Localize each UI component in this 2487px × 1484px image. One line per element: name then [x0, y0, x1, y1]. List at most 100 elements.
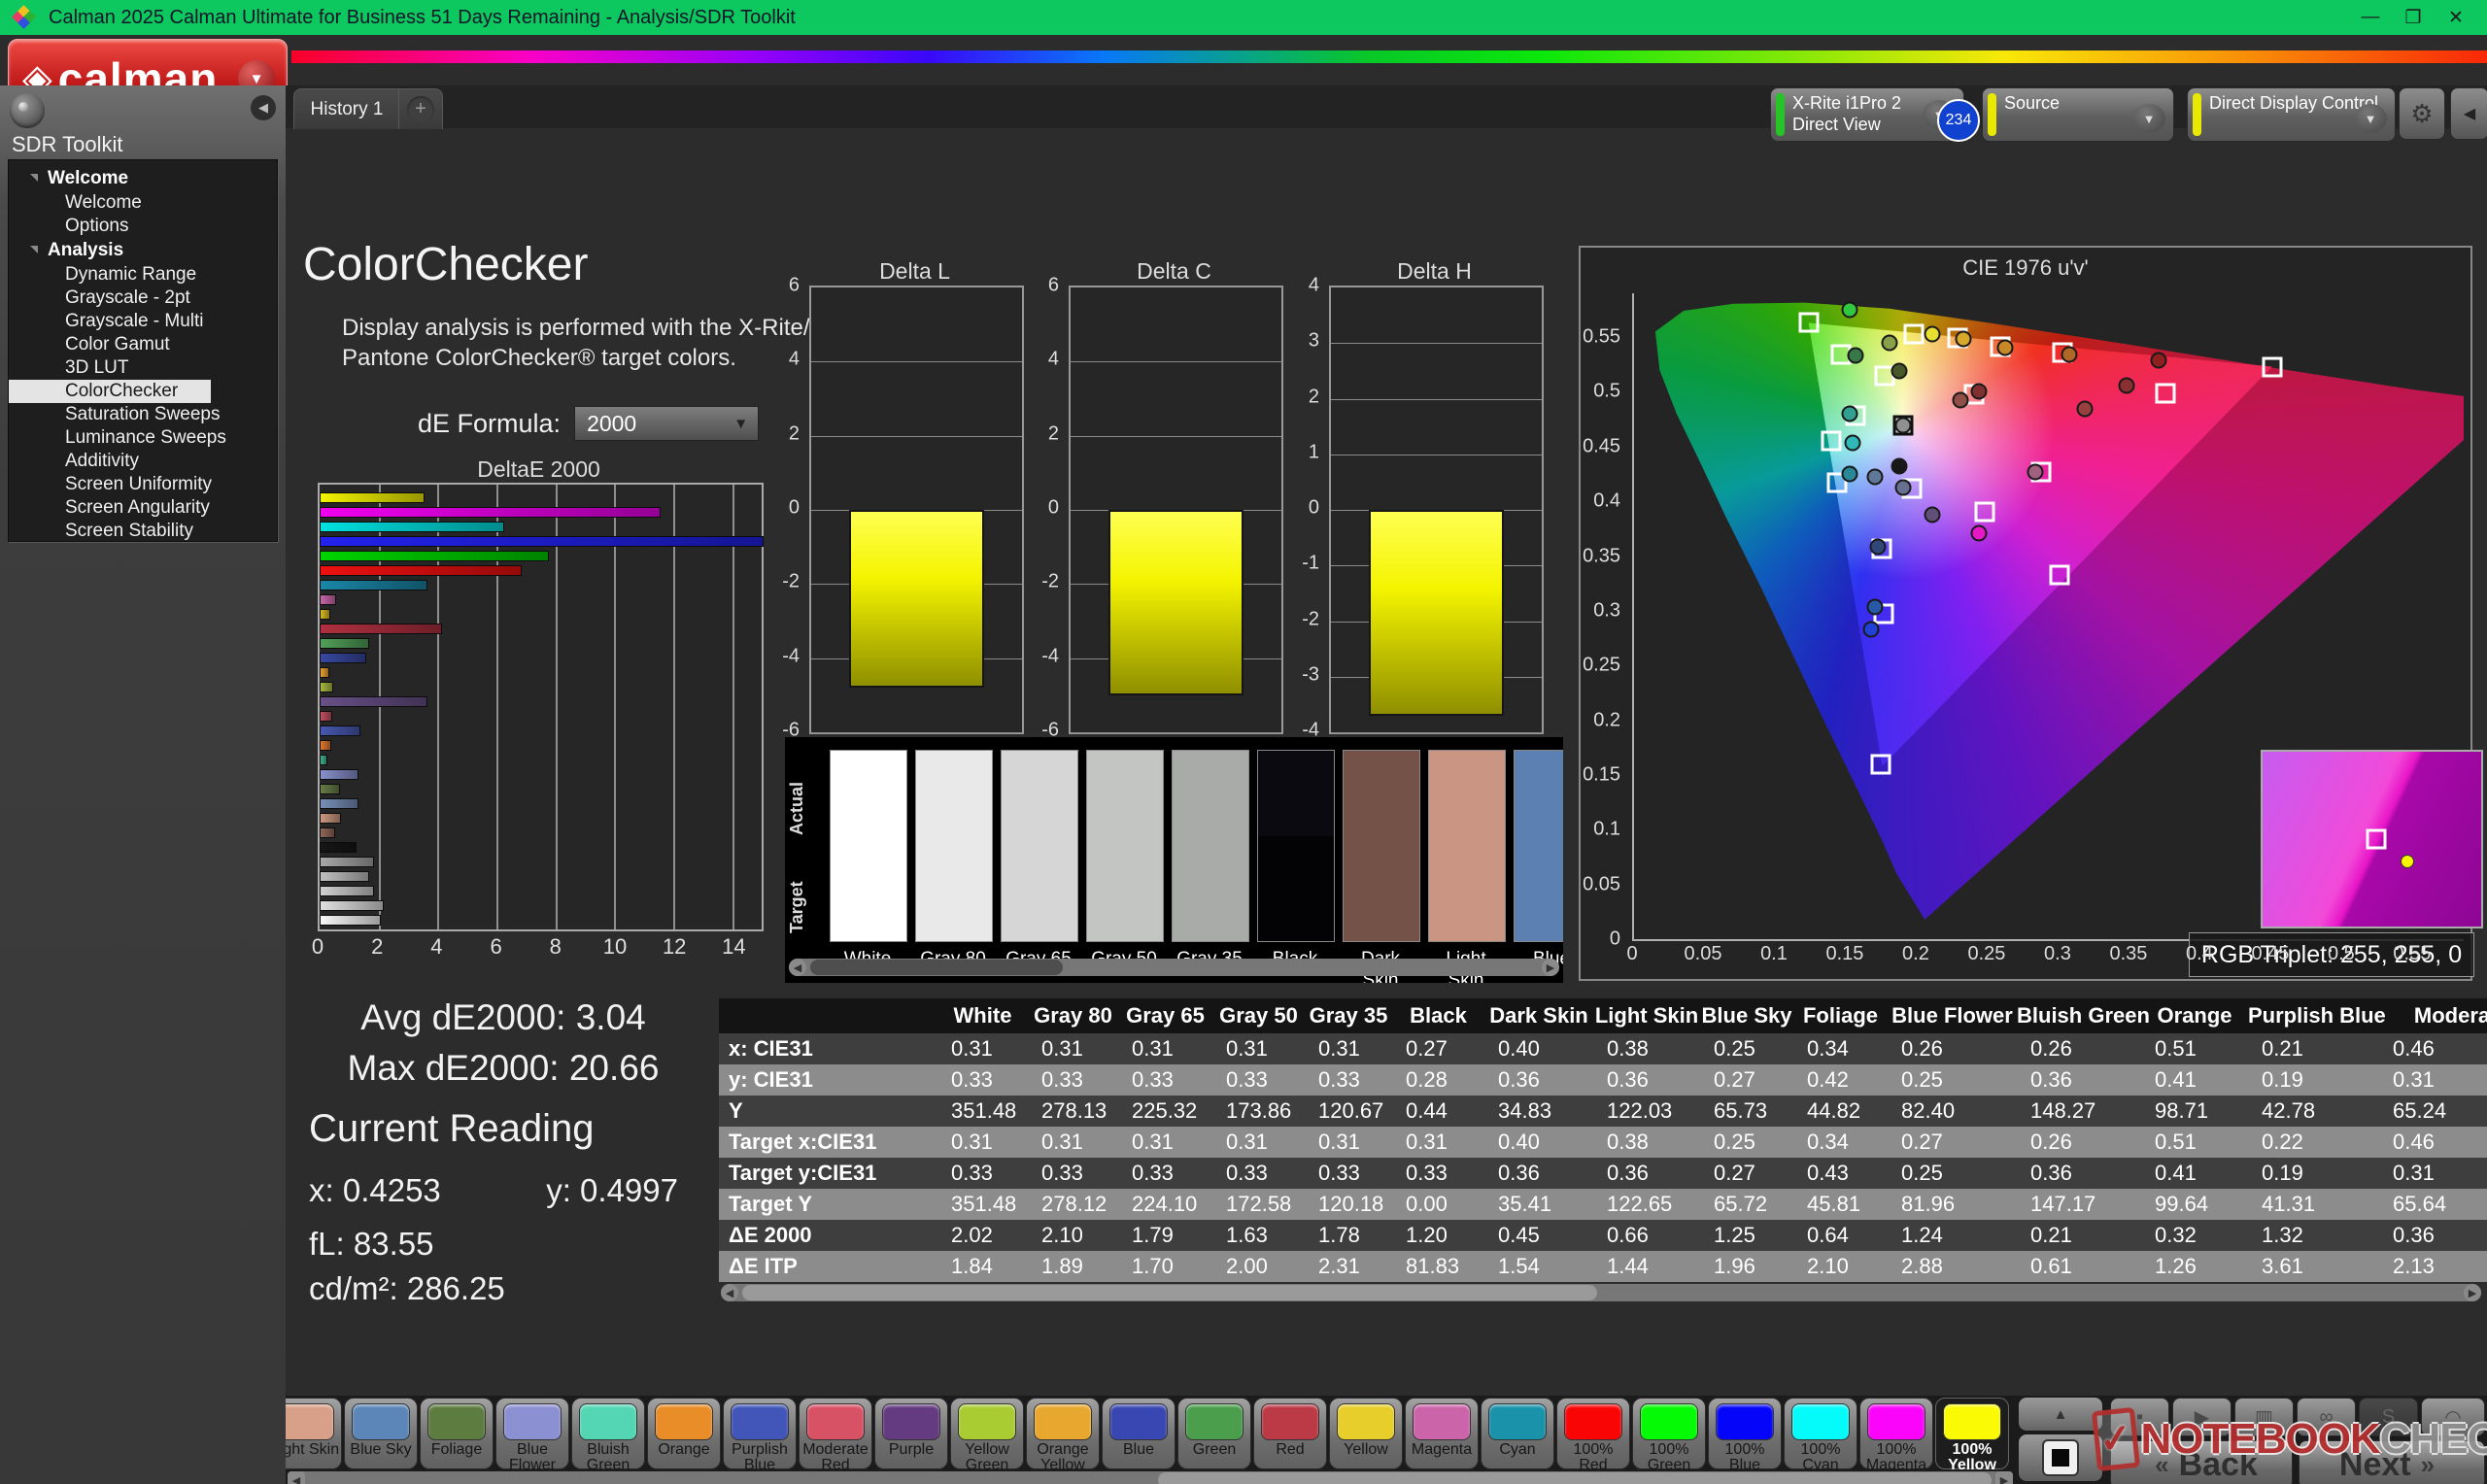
table-cell: 147.17: [2017, 1192, 2141, 1217]
patch-button-100-red[interactable]: 100% Red: [1556, 1398, 1630, 1469]
toolbar-mini-button-4[interactable]: ∞: [2297, 1398, 2356, 1436]
de-formula-dropdown[interactable]: 2000 ▼: [574, 406, 759, 441]
sidebar-item-options[interactable]: Options: [9, 215, 277, 238]
tree-group-analysis[interactable]: Analysis: [9, 238, 277, 263]
panel-collapse-button[interactable]: ◀: [2450, 87, 2487, 140]
patch-list-up-button[interactable]: ▲: [2019, 1398, 2102, 1431]
sidebar-item-dynamic-range[interactable]: Dynamic Range: [9, 263, 277, 287]
patch-button-100-magenta[interactable]: 100% Magenta: [1859, 1398, 1933, 1469]
table-cell: 0.31: [1392, 1130, 1484, 1155]
scroll-left-icon[interactable]: ◀: [789, 959, 806, 976]
patch-button-cyan[interactable]: Cyan: [1481, 1398, 1554, 1469]
tree-group-welcome[interactable]: Welcome: [9, 166, 277, 191]
toolbar-mini-button-2[interactable]: ▶: [2172, 1398, 2231, 1436]
restore-button[interactable]: ❐: [2392, 0, 2435, 35]
sidebar-item-color-gamut[interactable]: Color Gamut: [9, 333, 277, 356]
sidebar-item-grayscale-2pt[interactable]: Grayscale - 2pt: [9, 287, 277, 310]
scroll-left-icon[interactable]: ◀: [288, 1471, 305, 1484]
patch-button-magenta[interactable]: Magenta: [1405, 1398, 1479, 1469]
page-description: Display analysis is performed with the X…: [342, 313, 810, 373]
de-bar-100-green: [320, 551, 549, 561]
sidebar-item-screen-angularity[interactable]: Screen Angularity: [9, 496, 277, 520]
swatch-scrollbar[interactable]: ◀ ▶: [789, 959, 1559, 976]
table-cell: 0.31: [1028, 1036, 1118, 1062]
table-scrollbar[interactable]: ◀ ▶: [721, 1284, 2481, 1301]
sidebar-item-3d-lut[interactable]: 3D LUT: [9, 356, 277, 380]
cie-measurement-dot: [1841, 465, 1857, 482]
patch-button-100-blue[interactable]: 100% Blue: [1708, 1398, 1782, 1469]
patch-button-blue-sky[interactable]: Blue Sky: [344, 1398, 418, 1469]
toolbar-mini-button-6[interactable]: ◠: [2421, 1398, 2485, 1436]
patch-button-moderate-red[interactable]: Moderate Red: [799, 1398, 872, 1469]
toolbar-mini-button-5[interactable]: S: [2359, 1398, 2418, 1436]
chart-title: Delta L: [809, 258, 1020, 285]
rainbow-accent-bar: [291, 51, 2487, 63]
de-bar-dark-skin: [320, 827, 335, 838]
table-cell: 0.36: [2017, 1067, 2141, 1093]
scrollbar-thumb[interactable]: [810, 960, 1063, 975]
minimize-button[interactable]: —: [2349, 0, 2392, 35]
sidebar-item-additivity[interactable]: Additivity: [9, 450, 277, 473]
patch-button-orange-yellow[interactable]: Orange Yellow: [1026, 1398, 1100, 1469]
toolbar-mini-button-1[interactable]: ▪: [2110, 1398, 2169, 1436]
patch-button-purple[interactable]: Purple: [874, 1398, 948, 1469]
table-cell: 278.12: [1028, 1192, 1118, 1217]
patch-button-yellow-green[interactable]: Yellow Green: [950, 1398, 1024, 1469]
close-button[interactable]: ✕: [2435, 0, 2477, 35]
sidebar-item-grayscale-multi[interactable]: Grayscale - Multi: [9, 310, 277, 333]
scroll-right-icon[interactable]: ▶: [1995, 1471, 2013, 1484]
patch-button-purplish-blue[interactable]: Purplish Blue: [723, 1398, 797, 1469]
patch-button-red[interactable]: Red: [1253, 1398, 1327, 1469]
patch-button-orange[interactable]: Orange: [647, 1398, 721, 1469]
table-cell: 1.24: [1888, 1223, 2017, 1248]
patch-button-100-yellow[interactable]: 100% Yellow: [1935, 1398, 2009, 1469]
scroll-right-icon[interactable]: ▶: [1542, 959, 1559, 976]
avg-de2000: Avg dE2000: 3.04: [309, 993, 698, 1043]
patch-button-blue-flower[interactable]: Blue Flower: [495, 1398, 569, 1469]
sidebar-item-saturation-sweeps[interactable]: Saturation Sweeps: [9, 403, 277, 426]
sidebar-item-welcome[interactable]: Welcome: [9, 191, 277, 215]
tab-history-1[interactable]: History 1: [293, 88, 400, 129]
patch-button-100-cyan[interactable]: 100% Cyan: [1784, 1398, 1857, 1469]
window-pattern-button[interactable]: [2019, 1434, 2102, 1481]
scrollbar-thumb[interactable]: [1158, 1472, 1992, 1484]
sidebar-item-colorchecker[interactable]: ColorChecker: [9, 380, 211, 403]
patch-button-yellow[interactable]: Yellow: [1329, 1398, 1403, 1469]
back-button[interactable]: « Back: [2110, 1440, 2293, 1484]
settings-button[interactable]: ⚙: [2399, 87, 2445, 140]
sidebar-item-screen-stability[interactable]: Screen Stability: [9, 520, 277, 542]
patch-color-chip: [1943, 1403, 2001, 1440]
source-dropdown[interactable]: Source ▼: [1982, 87, 2174, 142]
patch-button-100-green[interactable]: 100% Green: [1632, 1398, 1706, 1469]
patch-button-foliage[interactable]: Foliage: [420, 1398, 494, 1469]
patch-button-light-skin[interactable]: Light Skin: [286, 1398, 342, 1469]
patch-color-chip: [503, 1403, 562, 1440]
sidebar-collapse-button[interactable]: ◀: [251, 95, 276, 120]
toolbar-mini-button-3[interactable]: ▥: [2234, 1398, 2294, 1436]
table-cell: 0.36: [1484, 1161, 1593, 1186]
patch-button-bluish-green[interactable]: Bluish Green: [571, 1398, 645, 1469]
table-cell: 2.00: [1212, 1254, 1305, 1279]
scroll-right-icon[interactable]: ▶: [2464, 1284, 2481, 1301]
scroll-left-icon[interactable]: ◀: [721, 1284, 738, 1301]
cie-measurement-dot: [1970, 384, 1987, 400]
display-control-dropdown[interactable]: Direct Display Control ▼: [2187, 87, 2396, 142]
column-header-foliage: Foliage: [1793, 1003, 1888, 1029]
patch-button-green[interactable]: Green: [1177, 1398, 1251, 1469]
cie-measurement-dot: [1847, 348, 1863, 364]
patch-button-blue[interactable]: Blue: [1102, 1398, 1175, 1469]
scrollbar-thumb[interactable]: [742, 1285, 1597, 1300]
table-cell: 81.96: [1888, 1192, 2017, 1217]
patch-bar-scrollbar[interactable]: ◀ ▶: [288, 1471, 2013, 1484]
meter-dropdown[interactable]: X-Rite i1Pro 2 Direct View ▼: [1770, 87, 1964, 142]
next-button[interactable]: Next »: [2299, 1440, 2485, 1484]
sidebar-knob-button[interactable]: [10, 93, 45, 128]
patch-color-chip: [1261, 1403, 1319, 1440]
sidebar-item-luminance-sweeps[interactable]: Luminance Sweeps: [9, 426, 277, 450]
sidebar-item-screen-uniformity[interactable]: Screen Uniformity: [9, 473, 277, 496]
table-cell: 351.48: [937, 1192, 1028, 1217]
de-bar-gray-80: [320, 900, 384, 911]
add-tab-button[interactable]: +: [398, 88, 443, 129]
delta-c-chart: [1069, 286, 1283, 734]
patch-label: Yellow: [1330, 1442, 1402, 1458]
